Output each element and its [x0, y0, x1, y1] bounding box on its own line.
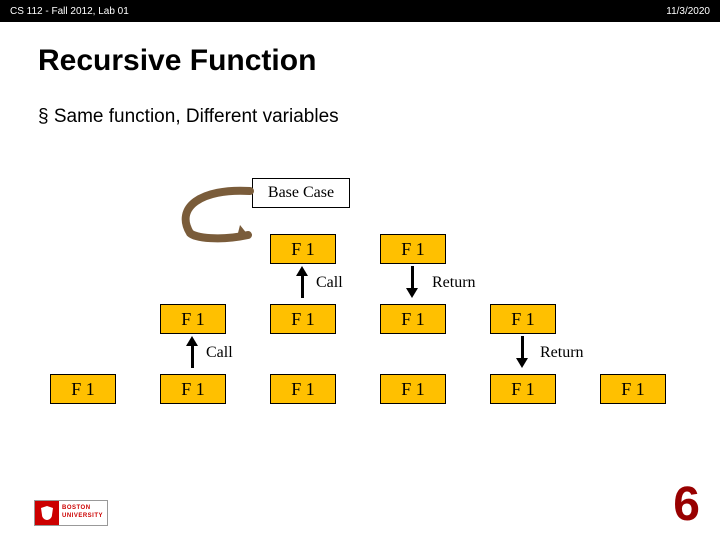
- f1-box: F 1: [380, 234, 446, 264]
- call-label: Call: [206, 344, 233, 362]
- page-number: 6: [673, 477, 700, 532]
- logo-shield-icon: [35, 501, 59, 525]
- f1-box: F 1: [160, 374, 226, 404]
- f1-box: F 1: [270, 304, 336, 334]
- header-left: CS 112 - Fall 2012, Lab 01: [10, 6, 129, 17]
- boston-university-logo: BOSTON UNIVERSITY: [34, 500, 108, 526]
- curved-arrow-icon: [170, 183, 260, 243]
- call-label: Call: [316, 274, 343, 292]
- f1-box: F 1: [160, 304, 226, 334]
- f1-box: F 1: [50, 374, 116, 404]
- f1-box: F 1: [270, 234, 336, 264]
- slide-header: CS 112 - Fall 2012, Lab 01 11/3/2020: [0, 0, 720, 22]
- logo-line2: UNIVERSITY: [62, 512, 105, 520]
- header-right: 11/3/2020: [666, 6, 710, 17]
- f1-box: F 1: [490, 374, 556, 404]
- f1-box: F 1: [270, 374, 336, 404]
- slide-title: Recursive Function: [38, 44, 720, 78]
- f1-box: F 1: [380, 374, 446, 404]
- return-label: Return: [540, 344, 584, 362]
- logo-line1: BOSTON: [62, 504, 105, 512]
- base-case-box: Base Case: [252, 178, 350, 208]
- recursion-diagram: Base Case F 1 F 1 Call Return F 1 F 1 F …: [0, 128, 720, 488]
- f1-box: F 1: [380, 304, 446, 334]
- bullet-point: Same function, Different variables: [38, 106, 720, 128]
- return-label: Return: [432, 274, 476, 292]
- f1-box: F 1: [490, 304, 556, 334]
- f1-box: F 1: [600, 374, 666, 404]
